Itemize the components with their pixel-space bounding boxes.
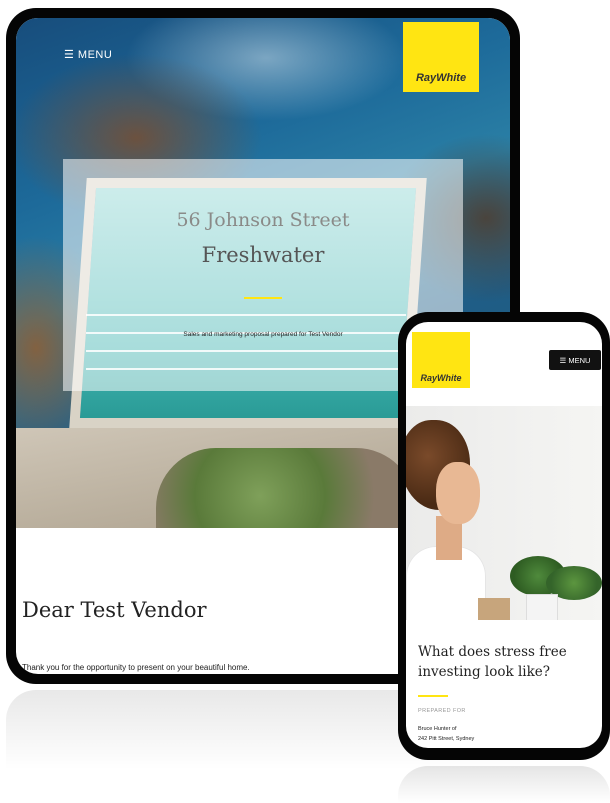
logo-text: RayWhite: [415, 72, 467, 84]
greeting-heading: Dear Test Vendor: [22, 598, 207, 622]
rocks-garden: [156, 448, 416, 528]
box-shape: [478, 598, 510, 620]
raywhite-logo[interactable]: RayWhite: [412, 332, 470, 388]
menu-button[interactable]: ☰ MENU: [549, 350, 601, 370]
prepared-for-label: PREPARED FOR: [418, 708, 466, 714]
raywhite-logo[interactable]: RayWhite: [403, 22, 479, 92]
woman-photo: [406, 406, 602, 620]
phone-heading: What does stress free investing look lik…: [418, 644, 567, 680]
face-shape: [436, 462, 480, 524]
phone-screen: RayWhite ☰ MENU What does stress free in…: [406, 322, 602, 748]
recipient-address: 242 Pitt Street, Sydney: [418, 736, 475, 742]
accent-divider: [418, 695, 448, 697]
property-street: 56 Johnson Street: [176, 209, 350, 231]
phone-device: RayWhite ☰ MENU What does stress free in…: [398, 312, 610, 760]
intro-text: Thank you for the opportunity to present…: [22, 663, 250, 672]
menu-button[interactable]: ☰ MENU: [64, 48, 112, 61]
logo-text: RayWhite: [420, 373, 462, 383]
accent-divider: [244, 297, 282, 299]
recipient-name: Bruce Hunter of: [418, 726, 457, 732]
phone-reflection: [398, 766, 610, 803]
property-suburb: Freshwater: [201, 243, 325, 267]
pot-shape: [526, 594, 558, 620]
